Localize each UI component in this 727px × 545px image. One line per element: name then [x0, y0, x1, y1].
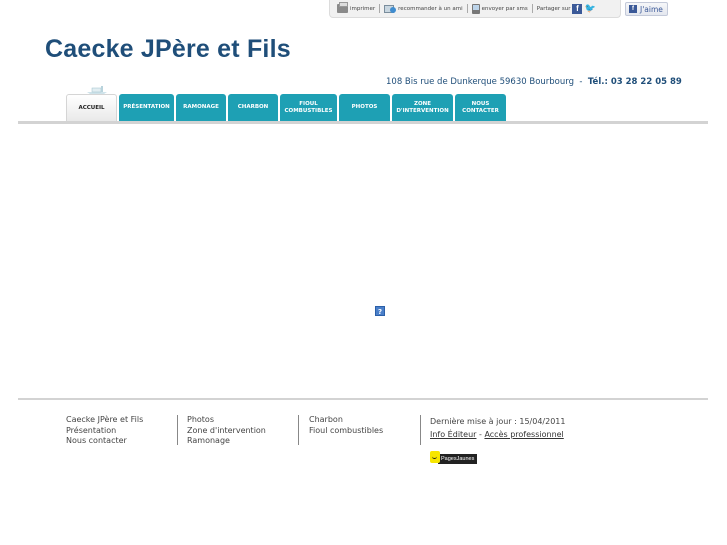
footer-separator	[420, 415, 421, 445]
recommend-link[interactable]: recommander à un ami	[381, 4, 465, 13]
footer-link-fioul[interactable]: Fioul combustibles	[309, 426, 383, 437]
footer-link-contact[interactable]: Nous contacter	[66, 436, 143, 447]
address-text: 108 Bis rue de Dunkerque 59630 Bourbourg	[386, 77, 574, 87]
tab-presentation[interactable]: Présentation	[119, 94, 174, 121]
toolbar-divider	[531, 4, 533, 13]
pagesjaunes-badge[interactable]: PagesJaunes	[430, 450, 478, 464]
footer-link-home[interactable]: Caecke JPère et Fils	[66, 415, 143, 426]
facebook-like-button[interactable]: f J'aime	[625, 2, 668, 16]
print-label: imprimer	[350, 5, 376, 12]
footer-link-charbon[interactable]: Charbon	[309, 415, 383, 426]
tab-zone-intervention[interactable]: Zone d'intervention	[392, 94, 453, 121]
twitter-icon[interactable]: 🐦	[584, 4, 595, 14]
footer-link-zone[interactable]: Zone d'intervention	[187, 426, 266, 437]
like-label: J'aime	[640, 4, 663, 14]
contact-address: 108 Bis rue de Dunkerque 59630 Bourbourg…	[386, 77, 682, 87]
footer-divider	[18, 398, 708, 400]
last-updated: Dernière mise à jour : 15/04/2011	[430, 417, 566, 426]
address-separator: -	[576, 77, 586, 87]
footer-link-photos[interactable]: Photos	[187, 415, 266, 426]
tab-nous-contacter[interactable]: Nous contacter	[455, 94, 506, 121]
tab-accueil[interactable]: Accueil	[66, 94, 117, 121]
toolbar-divider	[379, 4, 381, 13]
footer-link-presentation[interactable]: Présentation	[66, 426, 143, 437]
info-editeur-link[interactable]: Info Éditeur	[430, 430, 476, 439]
phone-number: Tél.: 03 28 22 05 89	[587, 77, 682, 87]
share-group: Partager sur f 🐦	[534, 3, 599, 14]
site-title: Caecke JPère et Fils	[45, 35, 291, 63]
main-nav: Accueil Présentation Ramonage Charbon Fi…	[66, 94, 506, 121]
header-divider	[18, 121, 708, 124]
recommend-label: recommander à un ami	[398, 5, 463, 12]
footer-link-separator: -	[479, 430, 482, 439]
share-label: Partager sur	[536, 5, 571, 12]
footer-column-3: Charbon Fioul combustibles	[309, 415, 383, 436]
footer-separator	[298, 415, 299, 445]
pagesjaunes-logo-icon	[430, 451, 440, 463]
footer-info: Dernière mise à jour : 15/04/2011 Info É…	[430, 415, 565, 441]
print-link[interactable]: imprimer	[334, 2, 378, 13]
share-toolbar: imprimer recommander à un ami envoyer pa…	[329, 0, 621, 18]
printer-icon	[337, 2, 348, 13]
tab-charbon[interactable]: Charbon	[228, 94, 278, 121]
pagesjaunes-label: PagesJaunes	[438, 453, 478, 464]
sms-link[interactable]: envoyer par sms	[469, 3, 531, 14]
tab-ramonage[interactable]: Ramonage	[176, 94, 226, 121]
sms-label: envoyer par sms	[481, 5, 528, 12]
facebook-icon[interactable]: f	[572, 3, 583, 14]
toolbar-divider	[466, 4, 468, 13]
recommend-icon	[384, 4, 397, 13]
footer-column-2: Photos Zone d'intervention Ramonage	[187, 415, 266, 447]
phone-icon	[471, 3, 480, 14]
facebook-icon: f	[629, 5, 637, 13]
tab-fioul-combustibles[interactable]: Fioul combustibles	[280, 94, 337, 121]
pro-access-link[interactable]: Accès professionnel	[484, 430, 563, 439]
footer-column-1: Caecke JPère et Fils Présentation Nous c…	[66, 415, 143, 447]
footer-link-ramonage[interactable]: Ramonage	[187, 436, 266, 447]
missing-plugin-icon[interactable]: ?	[375, 306, 385, 316]
tab-photos[interactable]: Photos	[339, 94, 390, 121]
footer-separator	[177, 415, 178, 445]
ship-icon	[87, 86, 107, 94]
